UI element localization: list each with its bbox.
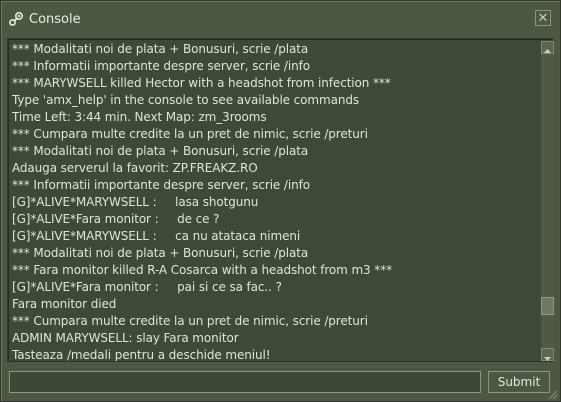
log-line: *** Modalitati noi de plata + Bonusuri, … <box>12 144 309 158</box>
log-line: *** Informatii importante despre server,… <box>12 59 310 73</box>
log-line: *** MARYWSELL killed Hector with a heads… <box>12 76 391 90</box>
close-icon: ✕ <box>537 10 549 26</box>
log-line: Type 'amx_help' in the console to see av… <box>12 93 360 107</box>
scroll-up-button[interactable] <box>541 41 554 54</box>
console-window: Console ✕ *** Modalitati noi de plata + … <box>0 0 561 402</box>
log-line: Time Left: 3:44 min. Next Map: zm_3rooms <box>12 110 267 124</box>
console-output[interactable]: *** Modalitati noi de plata + Bonusuri, … <box>7 38 554 362</box>
vertical-scrollbar[interactable] <box>541 41 554 361</box>
arrow-up-icon <box>544 49 551 53</box>
log-line: *** Cumpara multe credite la un pret de … <box>12 127 368 141</box>
log-line: ADMIN MARYWSELL: slay Fara monitor <box>12 331 239 345</box>
log-line: [G]*ALIVE*Fara monitor : de ce ? <box>12 212 220 226</box>
window-title: Console <box>29 12 81 27</box>
steam-icon <box>8 11 24 27</box>
close-button[interactable]: ✕ <box>535 10 551 26</box>
command-input[interactable] <box>9 371 481 393</box>
log-line: Tasteaza /medali pentru a deschide meniu… <box>12 348 271 361</box>
log-line: *** Informatii importante despre server,… <box>12 178 310 192</box>
log-line: [G]*ALIVE*MARYWSELL : ca nu atataca nime… <box>12 229 301 243</box>
scroll-thumb[interactable] <box>541 297 554 315</box>
log-line: *** Modalitati noi de plata + Bonusuri, … <box>12 42 309 56</box>
scroll-down-button[interactable] <box>541 348 554 361</box>
log-line: [G]*ALIVE*Fara monitor : pai si ce sa fa… <box>12 280 282 294</box>
console-log: *** Modalitati noi de plata + Bonusuri, … <box>12 41 534 361</box>
log-line: [G]*ALIVE*MARYWSELL : lasa shotgunu <box>12 195 259 209</box>
log-line: Adauga serverul la favorit: ZP.FREAKZ.RO <box>12 161 258 175</box>
log-line: Fara monitor died <box>12 297 117 311</box>
arrow-down-icon <box>544 357 551 361</box>
log-line: *** Cumpara multe credite la un pret de … <box>12 314 368 328</box>
submit-button[interactable]: Submit <box>488 371 550 393</box>
log-line: *** Fara monitor killed R-A Cosarca with… <box>12 263 393 277</box>
title-bar[interactable]: Console ✕ <box>1 1 560 35</box>
log-line: *** Modalitati noi de plata + Bonusuri, … <box>12 246 309 260</box>
resize-grip-icon[interactable] <box>546 388 558 400</box>
